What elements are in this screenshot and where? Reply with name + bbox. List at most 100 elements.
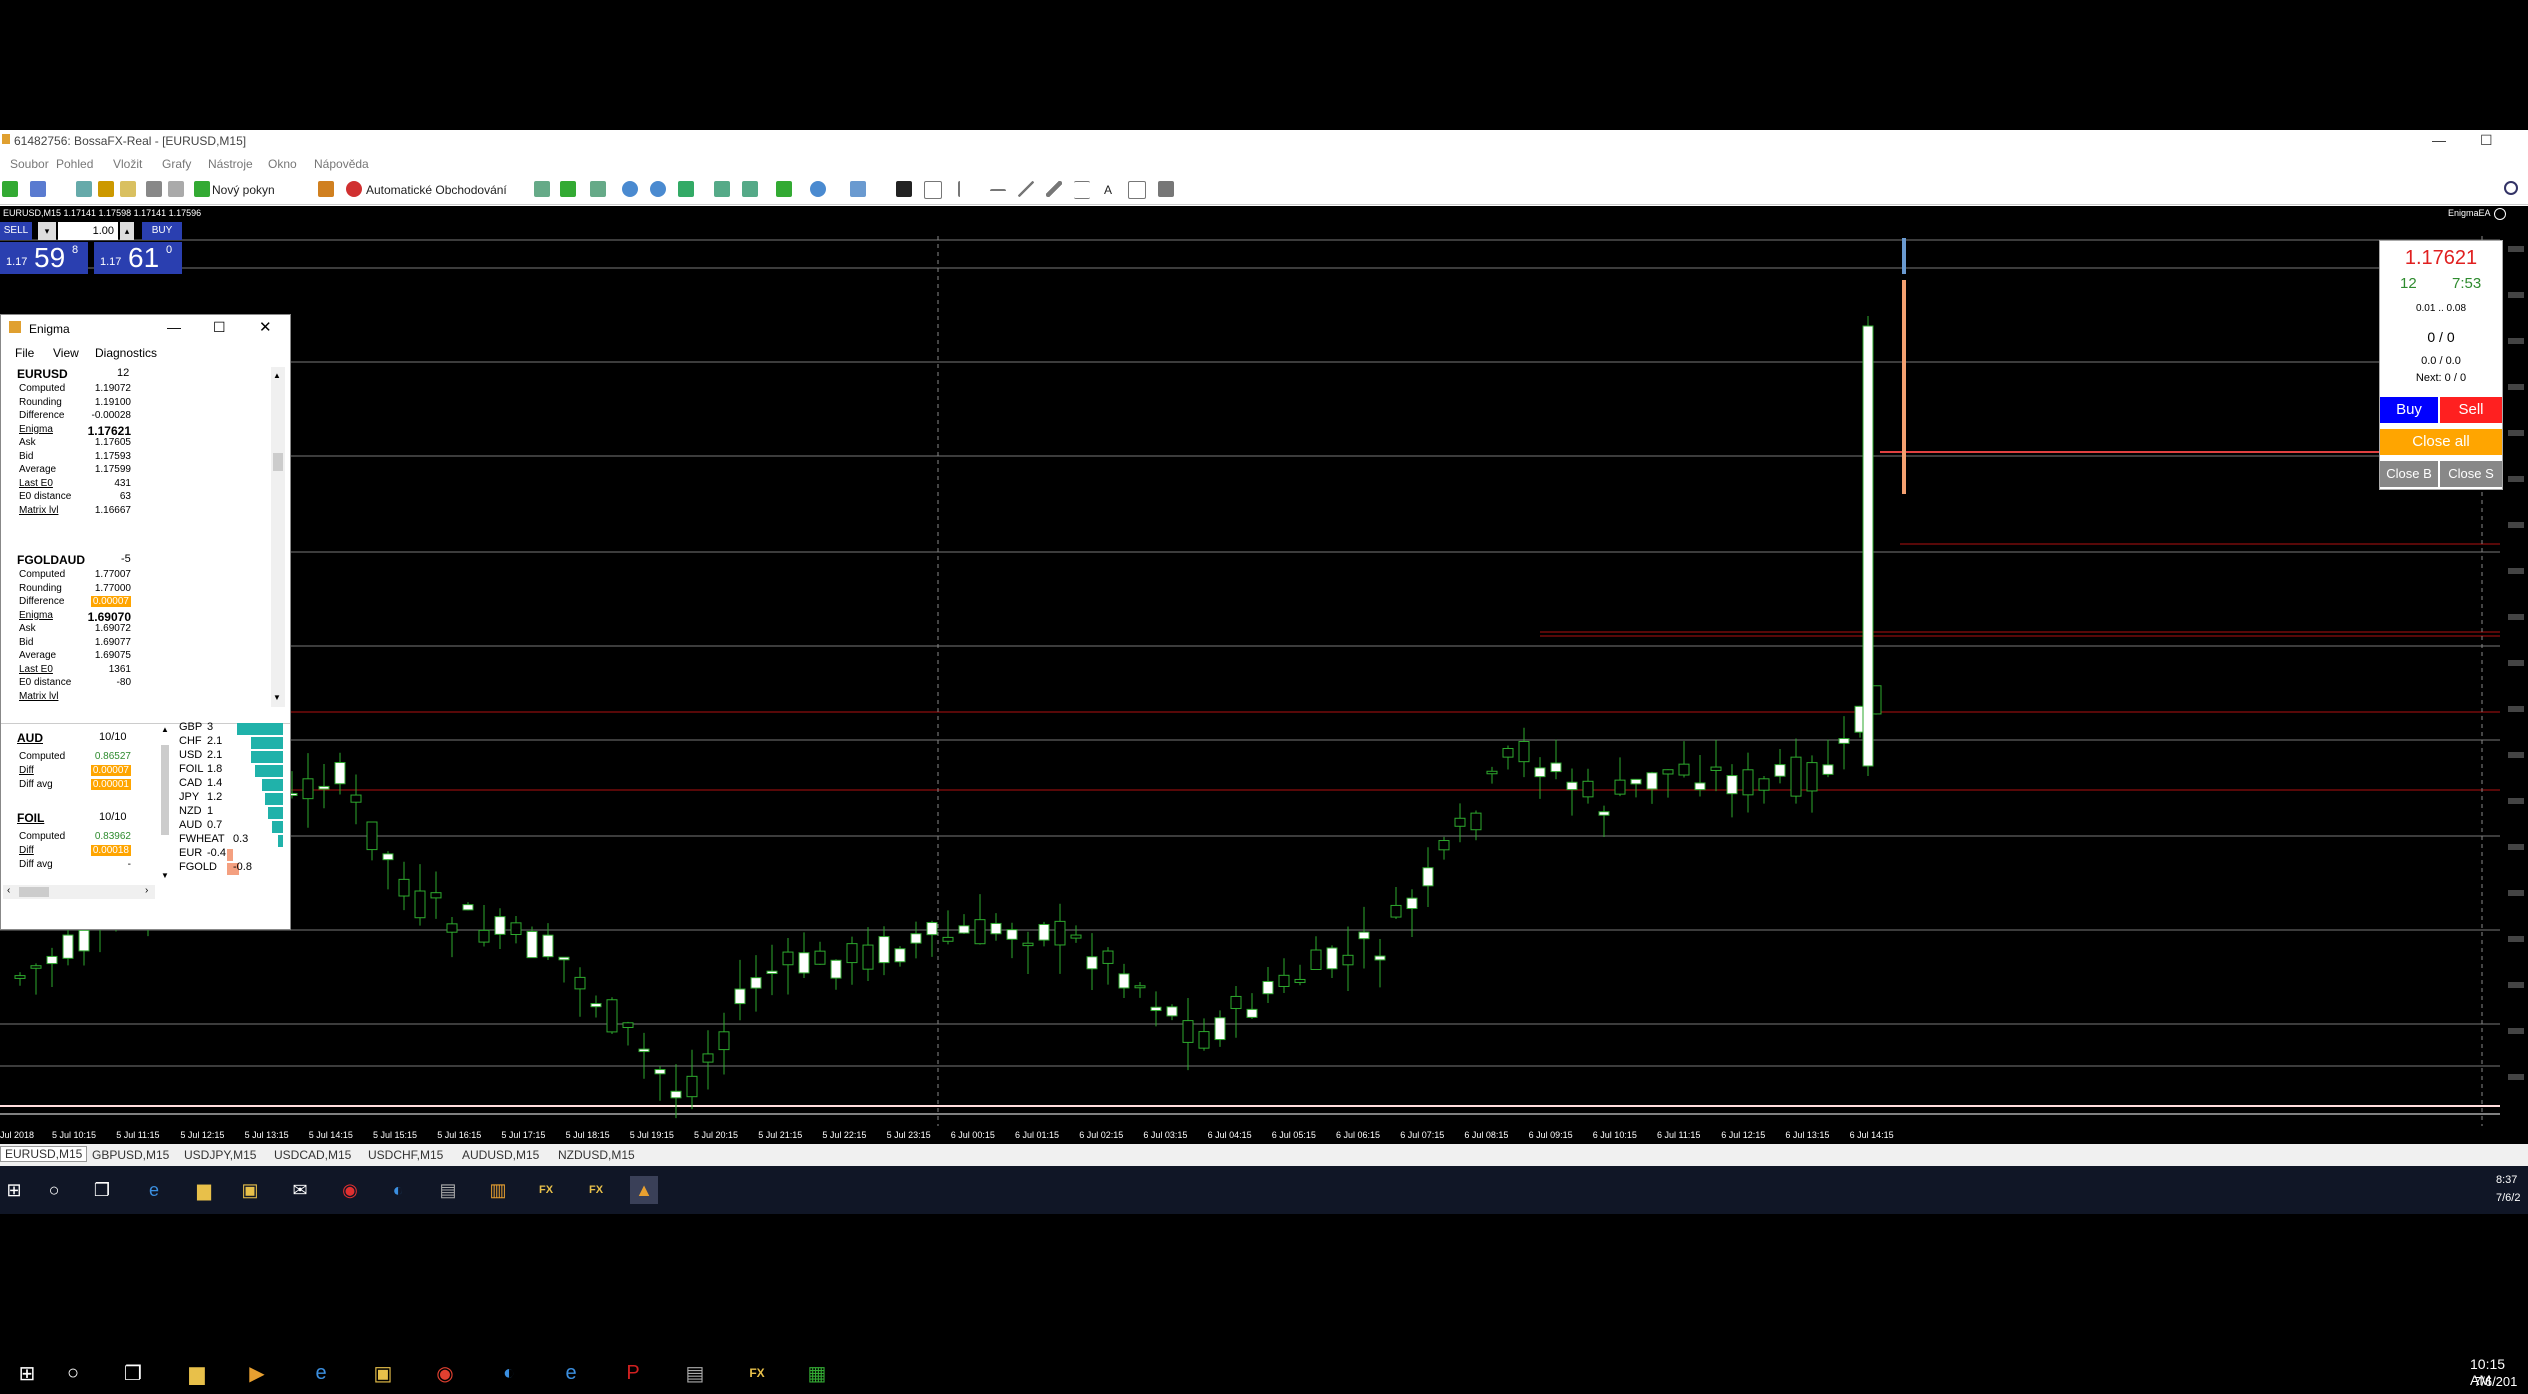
enigma-minimize-icon[interactable]: —	[167, 319, 181, 335]
zoom-in-icon[interactable]	[622, 181, 638, 197]
outer-media-icon[interactable]: ▶	[242, 1358, 272, 1388]
metric-label[interactable]: Diff	[19, 765, 34, 776]
tab-nzdusd[interactable]: NZDUSD,M15	[558, 1148, 635, 1162]
store-icon[interactable]: ▣	[236, 1176, 264, 1204]
edge-icon[interactable]: e	[140, 1176, 168, 1204]
outer-p-app-icon[interactable]: P	[618, 1358, 648, 1388]
outer-search-icon[interactable]: ○	[58, 1358, 88, 1388]
close-buy-button[interactable]: Close B	[2380, 461, 2438, 487]
metric-label[interactable]: Enigma	[19, 424, 53, 435]
new-order-button[interactable]: Nový pokyn	[212, 183, 275, 197]
profiles-icon[interactable]	[30, 181, 46, 197]
text-label-icon[interactable]	[1128, 181, 1146, 199]
menu-vlozit[interactable]: Vložit	[113, 157, 142, 171]
outer-printer-icon[interactable]: ▤	[680, 1358, 710, 1388]
bar-chart-icon[interactable]	[534, 181, 550, 197]
tab-usdcad[interactable]: USDCAD,M15	[274, 1148, 351, 1162]
fibonacci-icon[interactable]	[1074, 181, 1090, 199]
auto-trading-icon[interactable]	[346, 181, 362, 197]
navigator-icon[interactable]	[120, 181, 136, 197]
enigma-taskbar-icon[interactable]: ▲	[630, 1176, 658, 1204]
data-window-icon[interactable]	[98, 181, 114, 197]
sell-price-box[interactable]: 1.17 59 8	[0, 242, 88, 274]
enigma-hscrollbar[interactable]: ‹ ›	[3, 885, 155, 899]
buy-price-box[interactable]: 1.17 61 0	[94, 242, 182, 274]
enigma-menu-diagnostics[interactable]: Diagnostics	[95, 346, 157, 360]
market-watch-icon[interactable]	[76, 181, 92, 197]
metric-label[interactable]: Matrix lvl	[19, 691, 58, 702]
metric-label[interactable]: Matrix lvl	[19, 505, 58, 516]
menu-soubor[interactable]: Soubor	[10, 157, 49, 171]
tab-eurusd[interactable]: EURUSD,M15	[0, 1146, 88, 1162]
outer-file-explorer-icon[interactable]: ▆	[182, 1358, 212, 1388]
crosshair-icon[interactable]	[924, 181, 942, 199]
indicators-icon[interactable]	[776, 181, 792, 197]
browser-icon[interactable]: ◐	[384, 1176, 412, 1204]
cursor-icon[interactable]	[896, 181, 912, 197]
outer-start-icon[interactable]: ⊞	[12, 1358, 42, 1388]
enigma-menu-file[interactable]: File	[15, 346, 34, 360]
fx-app-2-icon[interactable]: FX	[582, 1176, 610, 1204]
lot-up-icon[interactable]: ▴	[120, 222, 134, 240]
sell-button[interactable]: Sell	[2440, 397, 2502, 423]
candle-chart-icon[interactable]	[560, 181, 576, 197]
auto-trading-button[interactable]: Automatické Obchodování	[366, 183, 507, 197]
scroll-down-icon[interactable]: ▼	[273, 693, 281, 702]
search-icon[interactable]	[2504, 181, 2518, 195]
outer-edge-icon[interactable]: e	[556, 1358, 586, 1388]
horizontal-line-icon[interactable]	[990, 189, 1006, 193]
outer-ie-icon[interactable]: e	[306, 1358, 336, 1388]
menu-okno[interactable]: Okno	[268, 157, 297, 171]
tab-usdjpy[interactable]: USDJPY,M15	[184, 1148, 256, 1162]
text-icon[interactable]: A	[1104, 183, 1112, 197]
printer-icon[interactable]: ▤	[434, 1176, 462, 1204]
menu-grafy[interactable]: Grafy	[162, 157, 191, 171]
one-click-sell-button[interactable]: SELL	[0, 222, 32, 240]
scroll-thumb[interactable]	[273, 453, 283, 471]
fx-app-icon[interactable]: FX	[532, 1176, 560, 1204]
chart-shift-icon[interactable]	[742, 181, 758, 197]
price-chart[interactable]: EURUSD,M15 1.17141 1.17598 1.17141 1.175…	[0, 206, 2528, 1156]
menu-napoveda[interactable]: Nápověda	[314, 157, 369, 171]
templates-icon[interactable]	[850, 181, 866, 197]
tab-usdchf[interactable]: USDCHF,M15	[368, 1148, 443, 1162]
hscroll-left-icon[interactable]: ‹	[7, 885, 10, 896]
hscroll-thumb[interactable]	[19, 887, 49, 897]
enigma-menu-view[interactable]: View	[53, 346, 79, 360]
start-icon[interactable]: ⊞	[0, 1176, 28, 1204]
metric-label[interactable]: Enigma	[19, 610, 53, 621]
file-explorer-icon[interactable]: ▆	[190, 1176, 218, 1204]
outer-browser-icon[interactable]: ◐	[494, 1358, 524, 1388]
close-all-button[interactable]: Close all	[2380, 429, 2502, 455]
enigma-close-icon[interactable]: ✕	[259, 318, 272, 336]
outer-fx-icon[interactable]: FX	[742, 1358, 772, 1388]
cortana-icon[interactable]: ○	[40, 1176, 68, 1204]
foil-name[interactable]: FOIL	[17, 811, 44, 825]
outer-store-icon[interactable]: ▣	[368, 1358, 398, 1388]
new-order-icon[interactable]	[194, 181, 210, 197]
scroll-up-icon[interactable]: ▲	[273, 371, 281, 380]
terminal-icon[interactable]	[146, 181, 162, 197]
task-view-icon[interactable]: ❐	[88, 1176, 116, 1204]
strength-scroll-thumb[interactable]	[161, 745, 169, 835]
buy-button[interactable]: Buy	[2380, 397, 2438, 423]
outer-spreadsheet-icon[interactable]: ▦	[802, 1358, 832, 1388]
one-click-buy-button[interactable]: BUY	[142, 222, 182, 240]
enigma-maximize-icon[interactable]: ☐	[213, 319, 226, 336]
maximize-icon[interactable]: ☐	[2480, 132, 2493, 149]
line-chart-icon[interactable]	[590, 181, 606, 197]
tab-audusd[interactable]: AUDUSD,M15	[462, 1148, 539, 1162]
record-icon[interactable]: ◉	[336, 1176, 364, 1204]
lot-down-icon[interactable]: ▾	[38, 222, 56, 240]
trendline-icon[interactable]	[1018, 181, 1034, 197]
tester-icon[interactable]	[168, 181, 184, 197]
outer-chrome-icon[interactable]: ◉	[430, 1358, 460, 1388]
arrows-icon[interactable]	[1158, 181, 1174, 197]
strength-scroll-up-icon[interactable]: ▲	[161, 725, 169, 735]
hscroll-right-icon[interactable]: ›	[145, 885, 148, 896]
chart-app-icon[interactable]: ▥	[484, 1176, 512, 1204]
vertical-line-icon[interactable]	[958, 181, 962, 197]
meta-editor-icon[interactable]	[318, 181, 334, 197]
lot-input[interactable]: 1.00	[58, 222, 118, 240]
minimize-icon[interactable]: —	[2432, 132, 2446, 148]
